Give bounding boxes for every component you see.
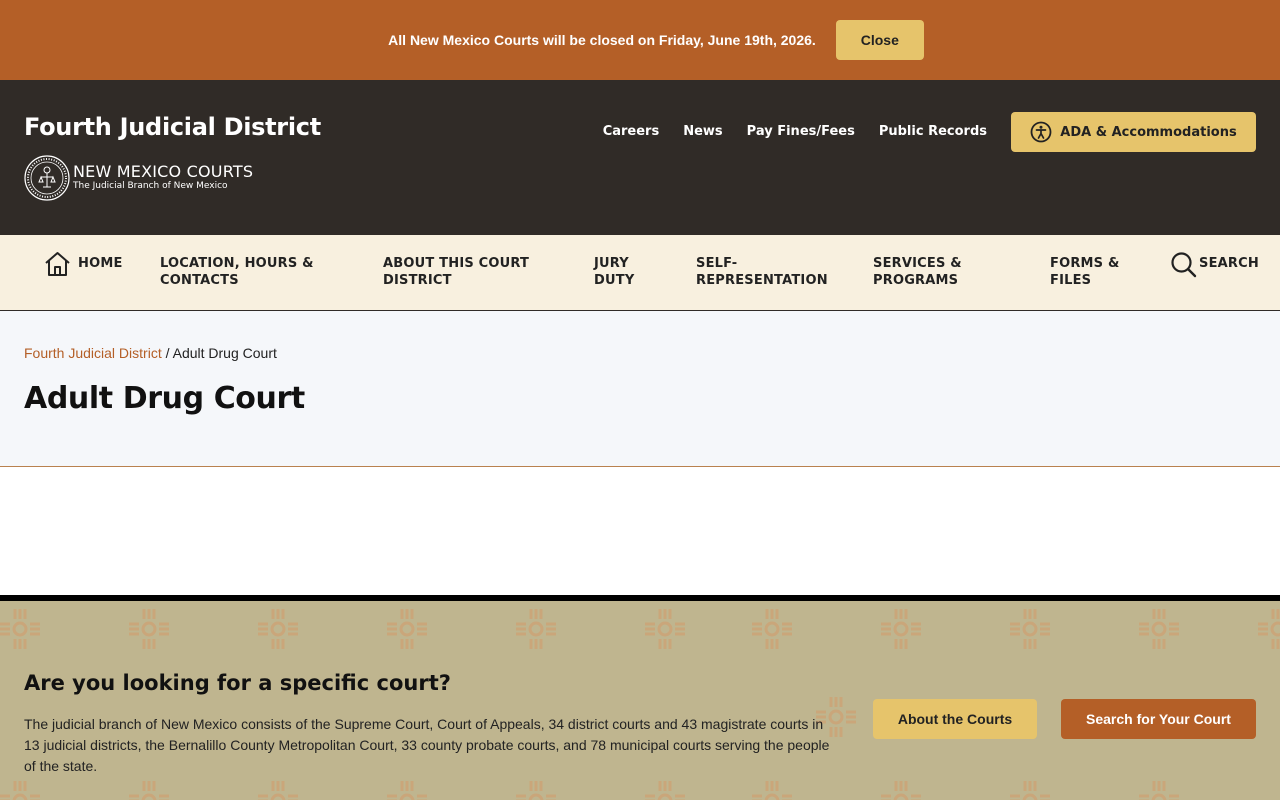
- court-finder-section: Are you looking for a specific court? Th…: [0, 595, 1280, 800]
- page-header: Fourth Judicial District / Adult Drug Co…: [0, 311, 1280, 467]
- logo-sub-text: The Judicial Branch of New Mexico: [73, 181, 228, 191]
- search-icon[interactable]: [1170, 251, 1197, 278]
- court-finder-title: Are you looking for a specific court?: [24, 671, 451, 695]
- nav-location-hours-contacts[interactable]: LOCATION, HOURS & CONTACTS: [160, 255, 330, 289]
- breadcrumb: Fourth Judicial District / Adult Drug Co…: [24, 345, 277, 361]
- logo-text: NEW MEXICO COURTS The Judicial Branch of…: [73, 164, 253, 192]
- breadcrumb-current: Adult Drug Court: [172, 345, 277, 361]
- nav-home[interactable]: HOME: [78, 255, 123, 272]
- page-title: Adult Drug Court: [24, 381, 305, 416]
- nav-forms-files[interactable]: FORMS & FILES: [1050, 255, 1140, 289]
- public-records-link[interactable]: Public Records: [879, 124, 987, 139]
- news-link[interactable]: News: [683, 124, 722, 139]
- ada-label: ADA & Accommodations: [1060, 124, 1237, 140]
- court-seal-icon: [24, 155, 70, 201]
- ada-accommodations-button[interactable]: ADA & Accommodations: [1011, 112, 1256, 152]
- logo-main-text: NEW MEXICO COURTS: [73, 162, 254, 181]
- nav-services-programs[interactable]: SERVICES & PROGRAMS: [873, 255, 983, 289]
- search-for-your-court-button[interactable]: Search for Your Court: [1061, 699, 1256, 739]
- court-finder-description: The judicial branch of New Mexico consis…: [24, 716, 830, 774]
- utility-links: Careers News Pay Fines/Fees Public Recor…: [603, 124, 987, 139]
- breadcrumb-separator: /: [161, 345, 173, 361]
- careers-link[interactable]: Careers: [603, 124, 660, 139]
- alert-message: All New Mexico Courts will be closed on …: [388, 32, 816, 48]
- site-header: Fourth Judicial District NEW MEXICO COUR…: [0, 80, 1280, 235]
- nav-jury-duty[interactable]: JURY DUTY: [594, 255, 654, 289]
- alert-banner: All New Mexico Courts will be closed on …: [0, 0, 1280, 80]
- pay-fines-link[interactable]: Pay Fines/Fees: [747, 124, 855, 139]
- site-title[interactable]: Fourth Judicial District: [24, 113, 321, 141]
- about-the-courts-button[interactable]: About the Courts: [873, 699, 1037, 739]
- home-icon[interactable]: [44, 251, 71, 277]
- breadcrumb-parent-link[interactable]: Fourth Judicial District: [24, 345, 162, 361]
- alert-close-button[interactable]: Close: [835, 20, 924, 60]
- nav-search[interactable]: SEARCH: [1199, 255, 1259, 272]
- nm-courts-logo[interactable]: NEW MEXICO COURTS The Judicial Branch of…: [24, 155, 253, 201]
- main-nav: HOME LOCATION, HOURS & CONTACTS ABOUT TH…: [0, 235, 1280, 311]
- accessibility-icon: [1030, 121, 1052, 143]
- nav-self-representation[interactable]: SELF-REPRESENTATION: [696, 255, 836, 289]
- nav-about-this-court[interactable]: ABOUT THIS COURT DISTRICT: [383, 255, 553, 289]
